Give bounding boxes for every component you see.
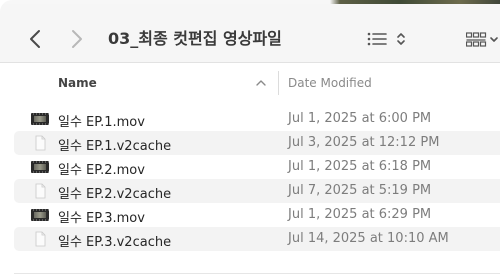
column-header: Name Date Modified [0, 63, 500, 101]
file-date-modified: Jul 1, 2025 at 6:29 PM [288, 207, 432, 222]
chevron-up-icon[interactable] [256, 79, 266, 87]
file-name: 일수 EP.2.mov [58, 163, 145, 178]
finder-window: 03_최종 컷편집 영상파일 Name Date Modified 일수 EP.… [0, 0, 500, 278]
file-list: 일수 EP.1.mov Jul 1, 2025 at 6:00 PM 일수 EP… [14, 107, 500, 251]
file-date-modified: Jul 14, 2025 at 10:10 AM [288, 231, 449, 246]
file-date-modified: Jul 7, 2025 at 5:19 PM [288, 183, 432, 198]
file-row[interactable]: 일수 EP.3.mov Jul 1, 2025 at 6:29 PM [14, 203, 500, 227]
file-row[interactable]: 일수 EP.2.mov Jul 1, 2025 at 6:18 PM [14, 155, 500, 179]
forward-button[interactable] [70, 28, 90, 50]
column-header-name[interactable]: Name [58, 76, 97, 90]
group-view-button[interactable] [465, 28, 500, 50]
back-button[interactable] [28, 28, 48, 50]
video-thumbnail-icon [31, 207, 49, 223]
column-header-date-modified[interactable]: Date Modified [288, 76, 372, 90]
file-name: 일수 EP.1.mov [58, 115, 145, 130]
file-date-modified: Jul 1, 2025 at 6:18 PM [288, 159, 432, 174]
list-bottom-divider [14, 273, 500, 274]
file-row[interactable]: 일수 EP.1.mov Jul 1, 2025 at 6:00 PM [14, 107, 500, 131]
list-view-button[interactable] [366, 28, 388, 50]
file-name: 일수 EP.2.v2cache [58, 187, 172, 202]
video-thumbnail-icon [31, 111, 49, 127]
window-title: 03_최종 컷편집 영상파일 [108, 29, 282, 48]
gallery-view-icon [465, 32, 498, 47]
file-name: 일수 EP.3.v2cache [58, 235, 172, 250]
file-row[interactable]: 일수 EP.1.v2cache Jul 3, 2025 at 12:12 PM [14, 131, 500, 155]
file-row[interactable]: 일수 EP.3.v2cache Jul 14, 2025 at 10:10 AM [14, 227, 500, 251]
file-name: 일수 EP.3.mov [58, 211, 145, 226]
chevron-left-icon [30, 30, 40, 48]
file-date-modified: Jul 1, 2025 at 6:00 PM [288, 111, 432, 126]
video-thumbnail-icon [31, 159, 49, 175]
document-icon [31, 231, 49, 247]
toolbar: 03_최종 컷편집 영상파일 [0, 4, 500, 62]
chevron-updown-icon [397, 33, 405, 45]
chevron-right-icon [72, 30, 82, 48]
view-options-button[interactable] [396, 28, 406, 50]
column-divider[interactable] [278, 71, 279, 95]
file-date-modified: Jul 3, 2025 at 12:12 PM [288, 135, 440, 150]
document-icon [31, 183, 49, 199]
file-row[interactable]: 일수 EP.2.v2cache Jul 7, 2025 at 5:19 PM [14, 179, 500, 203]
list-view-icon [367, 32, 387, 46]
file-name: 일수 EP.1.v2cache [58, 139, 172, 154]
document-icon [31, 135, 49, 151]
